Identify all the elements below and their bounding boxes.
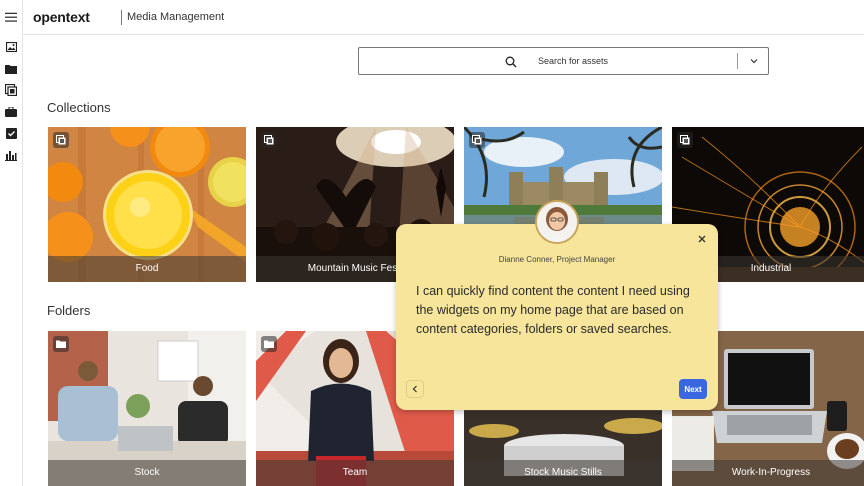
brand-logo[interactable]: opentext — [33, 9, 90, 25]
brand-separator — [121, 10, 122, 25]
popup-message: I can quickly find content the content I… — [416, 284, 690, 336]
search-icon[interactable] — [505, 55, 517, 68]
top-bar: opentext Media Management — [23, 0, 864, 35]
folder-badge-icon — [261, 336, 277, 352]
task-check-icon[interactable] — [5, 127, 17, 139]
tile-label: Team — [256, 460, 454, 486]
collection-badge-icon — [677, 132, 693, 148]
tile-label: Food — [48, 256, 246, 282]
collection-icon[interactable] — [5, 84, 17, 96]
collections-title: Collections — [47, 100, 111, 115]
tour-popup: Dianne Conner, Project Manager I can qui… — [396, 224, 718, 410]
app-name: Media Management — [127, 11, 225, 23]
folder-tile-stock[interactable]: Stock — [48, 331, 246, 486]
collection-badge-icon — [53, 132, 69, 148]
next-button[interactable]: Next — [679, 379, 707, 399]
folder-icon[interactable] — [5, 63, 17, 75]
search-divider — [737, 53, 738, 69]
tile-label: Work-In-Progress — [672, 460, 864, 486]
search-bar — [358, 47, 769, 75]
folders-title: Folders — [47, 303, 91, 318]
sidebar — [0, 0, 23, 486]
collection-badge-icon — [261, 132, 277, 148]
collection-tile-food[interactable]: Food — [48, 127, 246, 282]
bar-chart-icon[interactable] — [5, 149, 17, 161]
previous-button[interactable] — [406, 380, 424, 398]
search-input[interactable] — [359, 48, 737, 74]
tile-label: Stock — [48, 460, 246, 486]
folder-badge-icon — [53, 336, 69, 352]
popup-author: Dianne Conner, Project Manager — [498, 255, 616, 264]
briefcase-icon[interactable] — [5, 106, 17, 118]
collection-badge-icon — [469, 132, 485, 148]
chevron-left-icon — [412, 385, 417, 393]
menu-icon[interactable] — [5, 11, 17, 23]
chevron-down-icon[interactable] — [747, 54, 761, 68]
avatar — [535, 200, 579, 244]
image-icon[interactable] — [5, 41, 17, 53]
tile-label: Stock Music Stills — [464, 460, 662, 486]
close-icon[interactable] — [697, 234, 707, 244]
